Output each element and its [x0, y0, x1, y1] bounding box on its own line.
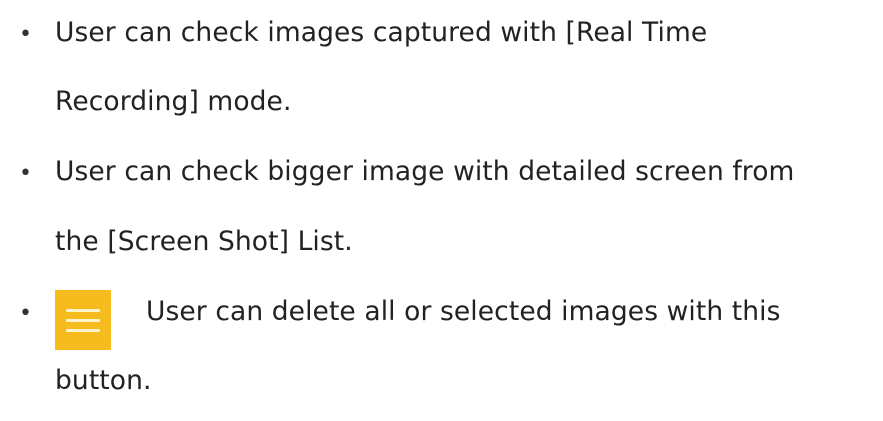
- bullet-marker: •: [19, 301, 32, 326]
- bullet-2-line-1: User can check bigger image with detaile…: [55, 156, 795, 187]
- bullet-1-line-2: Recording] mode.: [55, 86, 292, 117]
- bullet-1-line-1: User can check images captured with [Rea…: [55, 17, 708, 48]
- menu-icon-bar: [66, 308, 100, 312]
- menu-icon-bar: [66, 328, 100, 332]
- bullet-3-line-1: User can delete all or selected images w…: [146, 296, 781, 327]
- menu-icon-bar: [66, 318, 100, 322]
- bullet-2-line-2: the [Screen Shot] List.: [55, 226, 353, 257]
- menu-icon: [55, 290, 111, 350]
- bullet-3-line-2: button.: [55, 365, 152, 396]
- instruction-page: • User can check images captured with [R…: [0, 0, 883, 421]
- bullet-marker: •: [19, 22, 32, 47]
- bullet-marker: •: [19, 161, 32, 186]
